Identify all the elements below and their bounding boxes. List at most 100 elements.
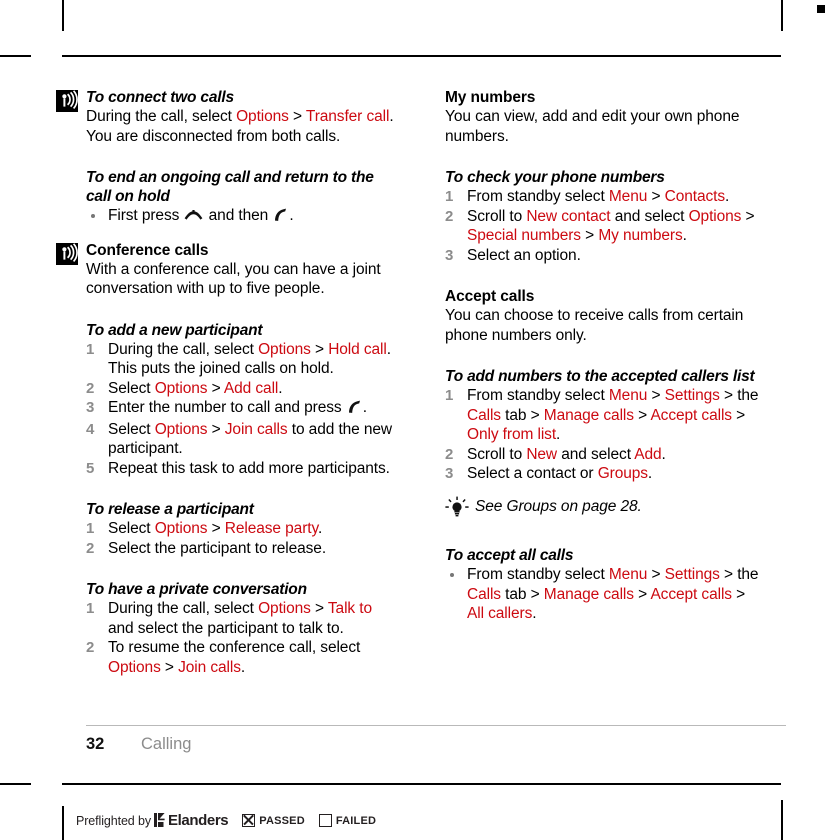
list-accept-all-calls: From standby select Menu > Settings > th… (445, 565, 760, 624)
text-run: > (647, 188, 665, 205)
text-run: > (647, 387, 665, 404)
trim-line-bottom (62, 783, 781, 785)
keyword: Settings (664, 566, 720, 583)
step-number: 1 (86, 520, 95, 537)
elanders-brand: Elanders (154, 812, 229, 829)
text-run: and select (557, 445, 635, 463)
text-run: During the call, select (108, 340, 259, 358)
text-run: . (647, 465, 653, 482)
keyword: My numbers (598, 227, 683, 244)
step-text: Scroll to New contact and select Options… (467, 207, 755, 245)
elanders-text: Elanders (168, 812, 229, 829)
keyword: Join calls (178, 658, 241, 676)
text-run: From standby select (467, 188, 609, 205)
list-item: 1 Select Options > Release party. (86, 519, 401, 539)
text-run: Select an option. (467, 246, 581, 264)
list-add-accepted-callers: 1 From standby select Menu > Settings > t… (445, 386, 760, 484)
list-item: 2 To resume the conference call, select O… (86, 638, 401, 677)
text-run: Select (108, 379, 155, 397)
list-item: 1 From standby select Menu > Settings > t… (445, 386, 760, 445)
step-text: Select an option. (467, 247, 581, 264)
list-item: 4 Select Options > Join calls to add the … (86, 420, 401, 459)
list-item-text: From standby select Menu > Settings > th… (467, 566, 759, 622)
list-item: 3 Select an option. (445, 246, 760, 266)
step-text: To resume the conference call, select Op… (108, 639, 360, 676)
keyword: Menu (608, 566, 648, 583)
text-run: . (278, 379, 283, 397)
body-conference-calls: With a conference call, you can have a j… (86, 260, 381, 298)
text-run: . (362, 399, 367, 416)
text-run: To resume the conference call, select (108, 639, 361, 656)
list-item: First press and then . (86, 206, 401, 228)
preflight-label: Preflighted by (76, 813, 152, 828)
list-item: 2 Scroll to New and select Add. (445, 445, 760, 465)
text-run: tab > (500, 406, 544, 424)
keyword: Options (258, 600, 311, 617)
passed-label: PASSED (259, 814, 305, 827)
body-accept-calls: You can choose to receive calls from cer… (445, 307, 744, 344)
step-text: During the call, select Options > Talk t… (108, 600, 372, 637)
step-number: 1 (445, 387, 454, 404)
keyword: Groups (597, 465, 648, 482)
text-run: > (731, 406, 746, 424)
text-run: > (160, 658, 179, 676)
text-run: > (288, 108, 306, 125)
text-run: > (741, 207, 755, 225)
checkbox-checked-icon (242, 814, 256, 827)
text-run: and then (204, 207, 273, 224)
text-run: Enter the number to call and press (108, 399, 346, 416)
section-check-phone-numbers: To check your phone numbers 1 From standb… (445, 168, 760, 265)
elanders-logo-icon (154, 813, 165, 827)
step-number: 2 (445, 207, 454, 225)
section-add-participant: To add a new participant 1 During the cal… (86, 321, 401, 479)
text-run: > (731, 585, 746, 603)
list-item: 2 Select Options > Add call. (86, 379, 401, 399)
keyword: Manage calls (543, 406, 634, 424)
text-run: From standby select (467, 566, 609, 583)
text-run: During the call, select (86, 108, 237, 125)
step-number: 1 (86, 600, 95, 617)
list-item: 1 From standby select Menu > Contacts. (445, 187, 760, 207)
step-number: 1 (445, 188, 454, 205)
keyword: Hold call (328, 340, 387, 358)
keyword: Join calls (224, 420, 288, 438)
preflight-divider (62, 806, 64, 840)
body-connect-two-calls: During the call, select Options > Transf… (86, 107, 401, 146)
keyword: Release party (224, 520, 318, 537)
heading-private-conversation: To have a private conversation (86, 581, 307, 598)
section-accept-calls: Accept calls You can choose to receive c… (445, 287, 760, 345)
text-run: . (725, 188, 730, 205)
text-run: . (661, 445, 666, 463)
keyword: Options (154, 520, 208, 537)
step-text: Select a contact or Groups. (467, 465, 652, 482)
call-key-icon (273, 208, 288, 228)
step-number: 3 (86, 399, 95, 416)
text-run: Select the participant to release. (108, 539, 327, 557)
preflight-failed: FAILED (318, 814, 376, 827)
text-run: Scroll to (467, 445, 527, 463)
text-run: and select (610, 207, 689, 225)
list-item: 2 Select the participant to release. (86, 539, 401, 559)
section-add-accepted-callers: To add numbers to the accepted callers l… (445, 367, 760, 484)
keyword: Manage calls (543, 585, 634, 603)
step-number: 2 (86, 539, 95, 557)
crop-mark-top-right-vertical (781, 0, 783, 31)
text-run: > (310, 340, 329, 358)
call-key-icon (347, 400, 362, 420)
registration-square-icon (817, 5, 825, 13)
text-run: > (633, 585, 651, 603)
section-private-conversation: To have a private conversation 1 During t… (86, 580, 401, 677)
step-number: 5 (86, 459, 95, 477)
text-run: > (647, 566, 665, 583)
heading-connect-two-calls: To connect two calls (86, 89, 234, 106)
step-text: Select the participant to release. (108, 540, 326, 557)
end-call-key-icon (184, 208, 203, 228)
text-run: . (289, 207, 294, 224)
text-run: . (682, 227, 687, 244)
step-number: 2 (445, 445, 454, 463)
text-run: . (556, 426, 561, 443)
text-run: > the (719, 387, 759, 404)
keyword: Options (108, 658, 161, 676)
right-column: My numbers You can view, add and edit yo… (445, 88, 760, 624)
text-run: . (240, 658, 246, 676)
